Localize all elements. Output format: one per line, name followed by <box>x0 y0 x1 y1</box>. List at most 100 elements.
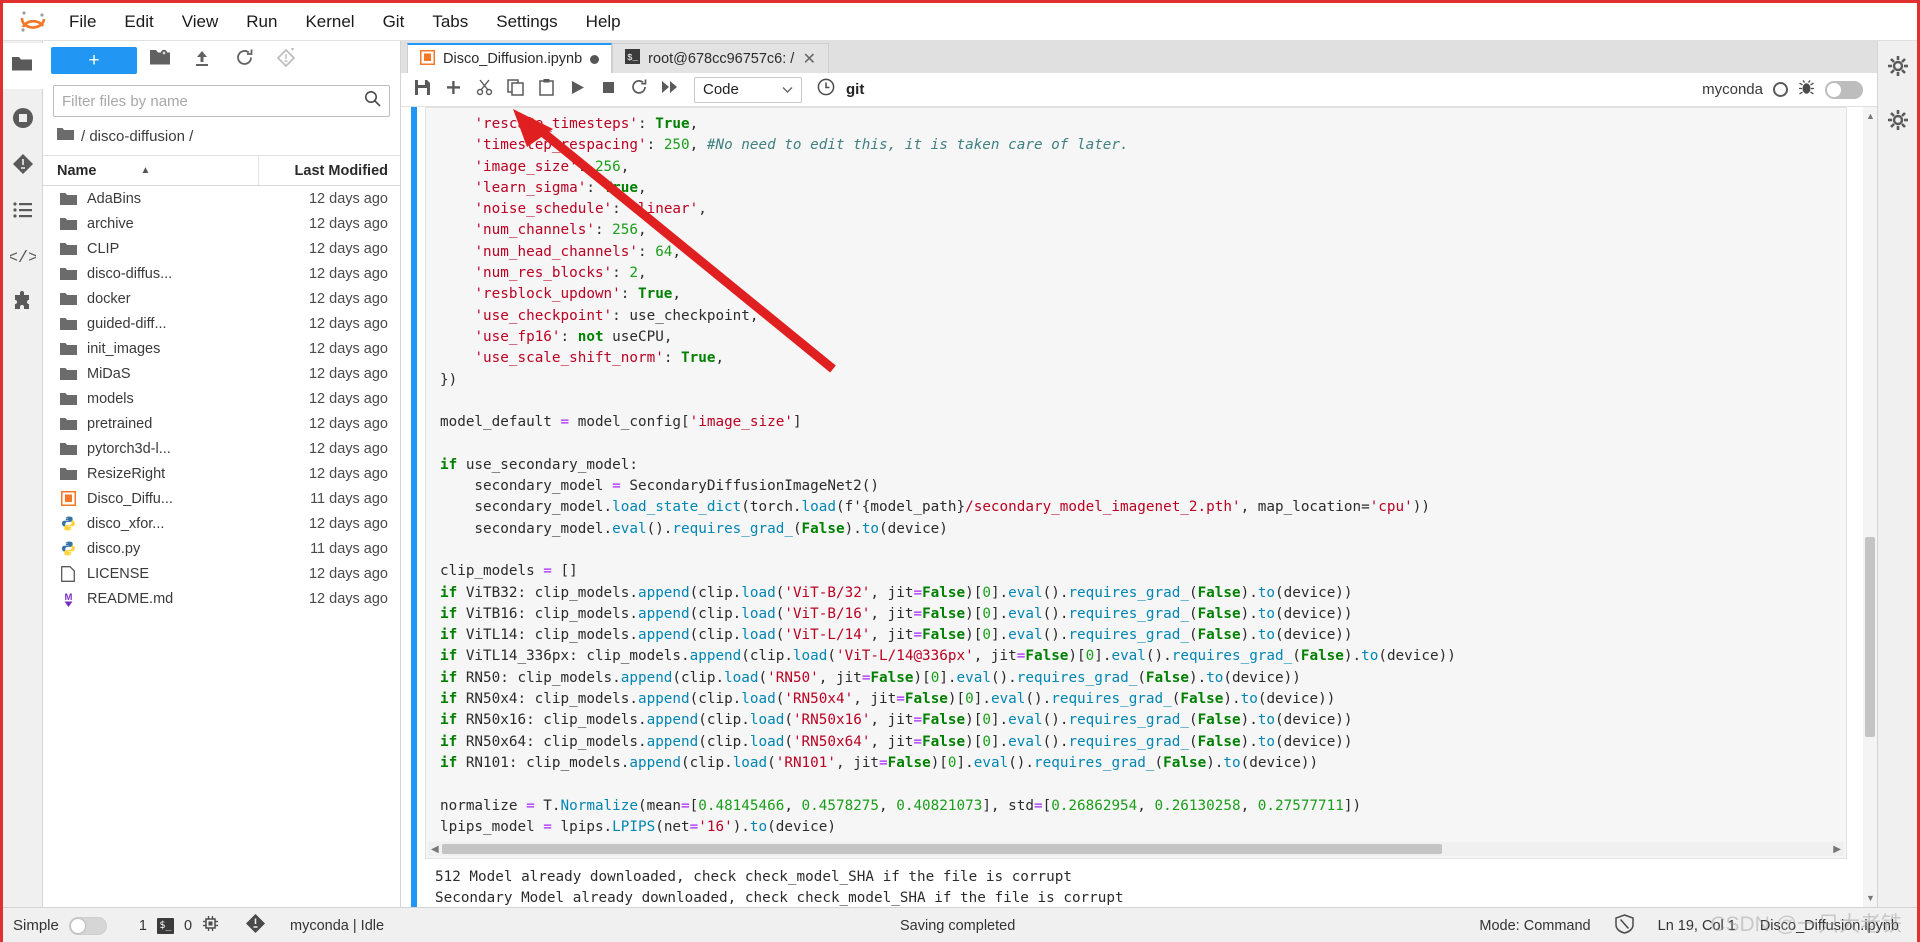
file-browser-panel: + Filter files by name / disco-diffusion… <box>43 41 401 907</box>
new-launcher-button[interactable]: + <box>51 46 137 74</box>
tab-disco-diffusion-notebook[interactable]: Disco_Diffusion.ipynb <box>407 43 613 73</box>
cell-type-select[interactable]: Code <box>694 76 802 103</box>
save-button[interactable] <box>407 76 437 104</box>
file-list-item[interactable]: ResizeRight 12 days ago <box>43 461 400 486</box>
file-list-item[interactable]: disco-diffus... 12 days ago <box>43 261 400 286</box>
menu-help[interactable]: Help <box>572 8 635 36</box>
restart-and-run-all-button[interactable] <box>655 76 685 104</box>
cut-cell-button[interactable] <box>469 76 499 104</box>
menu-git[interactable]: Git <box>369 8 419 36</box>
sidebar-item-property-inspector[interactable] <box>1878 45 1918 91</box>
refresh-button[interactable] <box>225 45 263 75</box>
file-list-item[interactable]: disco.py 11 days ago <box>43 536 400 561</box>
column-header-name[interactable]: Name ▲ <box>43 163 258 179</box>
code-brackets-icon: </> <box>7 246 38 271</box>
code-cell[interactable]: 'rescale_timesteps': True, 'timestep_res… <box>425 107 1847 860</box>
notebook-vertical-scrollbar[interactable]: ▲ ▼ <box>1863 107 1877 907</box>
git-toolbar-label[interactable]: git <box>842 81 868 98</box>
sidebar-item-running[interactable] <box>3 97 43 143</box>
file-list-header: Name ▲ Last Modified <box>43 156 400 186</box>
file-list-item[interactable]: init_images 12 days ago <box>43 336 400 361</box>
code-editor[interactable]: 'rescale_timesteps': True, 'timestep_res… <box>426 114 1846 838</box>
file-list-item[interactable]: MiDaS 12 days ago <box>43 361 400 386</box>
folder-icon <box>53 292 83 306</box>
sidebar-item-settings-panel[interactable] <box>1878 99 1918 145</box>
no-trust-icon[interactable] <box>1614 913 1634 938</box>
history-button[interactable] <box>811 76 841 104</box>
scroll-thumb[interactable] <box>442 844 1442 855</box>
svg-text:$_: $_ <box>627 53 638 63</box>
file-modified: 12 days ago <box>308 265 388 282</box>
file-name: models <box>87 390 134 407</box>
git-status-icon[interactable] <box>245 913 266 938</box>
folder-icon <box>53 342 83 356</box>
bug-icon[interactable] <box>1798 79 1815 101</box>
file-list-item[interactable]: Disco_Diffu... 11 days ago <box>43 486 400 511</box>
menu-kernel[interactable]: Kernel <box>291 8 368 36</box>
menu-view[interactable]: View <box>168 8 233 36</box>
file-list-item[interactable]: LICENSE 12 days ago <box>43 561 400 586</box>
sidebar-item-debugger[interactable]: </> <box>3 235 43 281</box>
close-icon[interactable]: ✕ <box>802 49 816 69</box>
run-cell-button[interactable] <box>562 76 592 104</box>
breadcrumb[interactable]: / disco-diffusion / <box>43 121 400 156</box>
column-header-modified[interactable]: Last Modified <box>258 156 400 185</box>
file-modified: 12 days ago <box>308 565 388 582</box>
save-status-label: Saving completed <box>900 917 1016 934</box>
sidebar-item-file-browser[interactable] <box>2 43 43 89</box>
file-name: archive <box>87 215 134 232</box>
menu-edit[interactable]: Edit <box>110 8 167 36</box>
file-list-item[interactable]: disco_xfor... 12 days ago <box>43 511 400 536</box>
copy-cell-button[interactable] <box>500 76 530 104</box>
tab-terminal[interactable]: $_ root@678cc96757c6: / ✕ <box>612 43 830 73</box>
interrupt-kernel-button[interactable] <box>593 76 623 104</box>
insert-cell-button[interactable] <box>438 76 468 104</box>
status-bar: Simple 1 $_ 0 myconda | Idle Saving comp… <box>3 907 1917 942</box>
kernel-name-label[interactable]: myconda <box>1702 81 1763 98</box>
upload-button[interactable] <box>183 45 221 75</box>
terminal-icon: $_ <box>625 49 641 68</box>
cursor-position-label: Ln 19, Col 1 <box>1657 917 1736 934</box>
paste-cell-button[interactable] <box>531 76 561 104</box>
code-horizontal-scrollbar[interactable]: ◀ ▶ <box>428 842 1844 857</box>
restart-kernel-button[interactable] <box>624 76 654 104</box>
file-list: AdaBins 12 days ago archive 12 days ago CLIP… <box>43 186 400 907</box>
vertical-scroll-thumb[interactable] <box>1865 537 1875 737</box>
kernel-count[interactable]: 0 <box>184 918 192 934</box>
git-diamond-icon <box>11 152 35 181</box>
new-folder-button[interactable] <box>141 45 179 75</box>
file-list-item[interactable]: M README.md 12 days ago <box>43 586 400 611</box>
file-list-item[interactable]: docker 12 days ago <box>43 286 400 311</box>
git-clone-button[interactable] <box>267 45 305 75</box>
terminal-count[interactable]: 1 <box>139 918 147 934</box>
main-shell: </> + Filter files by name / disco-diffu… <box>2 41 1918 907</box>
menu-tabs[interactable]: Tabs <box>418 8 482 36</box>
file-list-item[interactable]: archive 12 days ago <box>43 211 400 236</box>
scroll-left-icon[interactable]: ◀ <box>431 844 439 855</box>
sidebar-item-git[interactable] <box>3 143 43 189</box>
file-list-item[interactable]: pytorch3d-l... 12 days ago <box>43 436 400 461</box>
file-list-item[interactable]: guided-diff... 12 days ago <box>43 311 400 336</box>
scroll-up-icon[interactable]: ▲ <box>1866 111 1875 121</box>
scroll-right-icon[interactable]: ▶ <box>1833 844 1841 855</box>
file-list-item[interactable]: models 12 days ago <box>43 386 400 411</box>
debugger-toggle[interactable] <box>1825 80 1863 99</box>
search-input[interactable] <box>62 92 364 110</box>
unsaved-indicator-icon[interactable] <box>590 54 600 64</box>
menu-settings[interactable]: Settings <box>482 8 571 36</box>
simple-mode-toggle[interactable] <box>68 916 107 935</box>
sidebar-item-extensions[interactable] <box>3 281 43 327</box>
sidebar-item-toc[interactable] <box>3 189 43 235</box>
filter-box[interactable] <box>53 85 390 117</box>
file-list-item[interactable]: CLIP 12 days ago <box>43 236 400 261</box>
puzzle-icon <box>11 290 35 319</box>
menu-file[interactable]: File <box>55 8 110 36</box>
scroll-down-icon[interactable]: ▼ <box>1866 893 1875 903</box>
clipboard-icon <box>538 78 555 101</box>
menu-run[interactable]: Run <box>232 8 291 36</box>
main-dock-area: Disco_Diffusion.ipynb $_ root@678cc96757… <box>401 41 1877 907</box>
file-list-item[interactable]: AdaBins 12 days ago <box>43 186 400 211</box>
file-modified: 12 days ago <box>308 440 388 457</box>
restart-icon <box>630 78 648 101</box>
file-list-item[interactable]: pretrained 12 days ago <box>43 411 400 436</box>
